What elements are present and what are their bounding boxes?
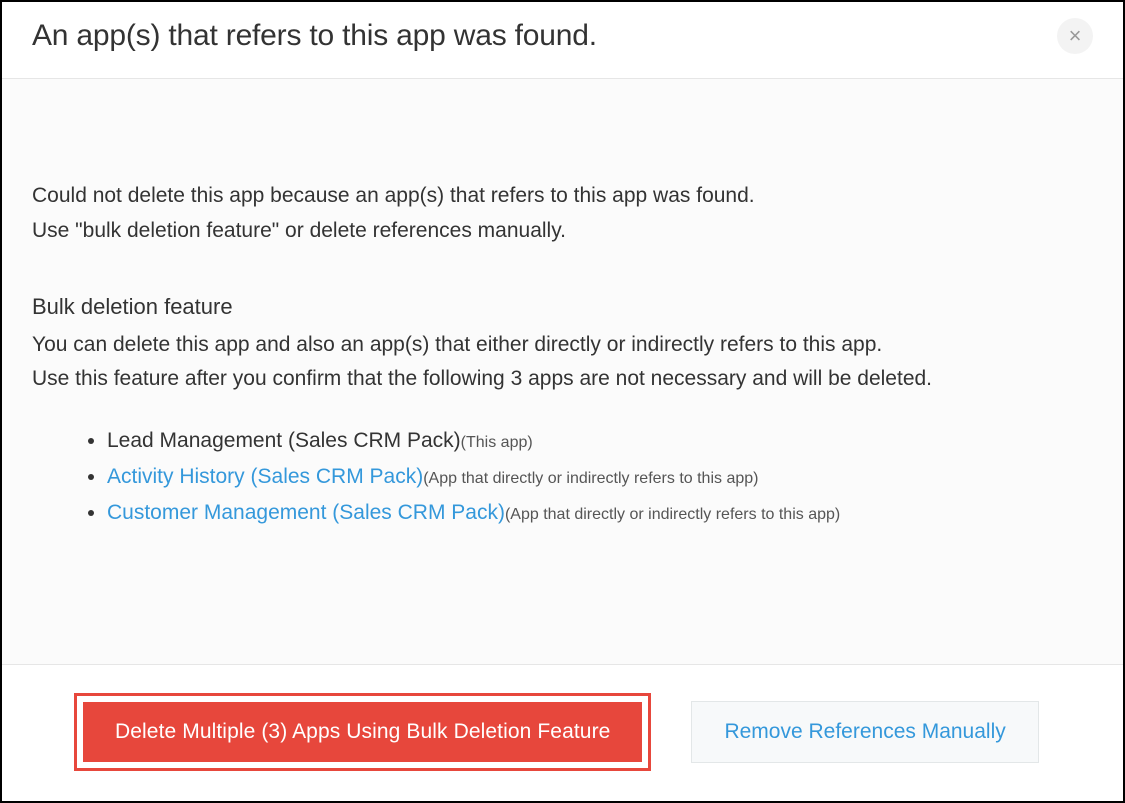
- app-note: (This app): [461, 434, 533, 451]
- section-heading: Bulk deletion feature: [32, 294, 1093, 320]
- list-item: Lead Management (Sales CRM Pack)(This ap…: [107, 423, 1093, 459]
- app-list: Lead Management (Sales CRM Pack)(This ap…: [32, 423, 1093, 530]
- primary-button-highlight: Delete Multiple (3) Apps Using Bulk Dele…: [74, 693, 651, 771]
- list-item: Activity History (Sales CRM Pack)(App th…: [107, 459, 1093, 495]
- section-desc-line-2: Use this feature after you confirm that …: [32, 362, 1093, 396]
- bulk-deletion-section: Bulk deletion feature You can delete thi…: [32, 294, 1093, 530]
- app-note: (App that directly or indirectly refers …: [423, 470, 758, 487]
- dialog-header: An app(s) that refers to this app was fo…: [2, 2, 1123, 79]
- list-item: Customer Management (Sales CRM Pack)(App…: [107, 495, 1093, 531]
- section-description: You can delete this app and also an app(…: [32, 328, 1093, 395]
- app-note: (App that directly or indirectly refers …: [505, 506, 840, 523]
- app-link[interactable]: Customer Management (Sales CRM Pack): [107, 501, 505, 524]
- intro-line-1: Could not delete this app because an app…: [32, 179, 1093, 214]
- dialog-body: Could not delete this app because an app…: [2, 79, 1123, 664]
- app-name: Lead Management (Sales CRM Pack): [107, 429, 461, 452]
- delete-app-dialog: An app(s) that refers to this app was fo…: [2, 2, 1123, 801]
- dialog-footer: Delete Multiple (3) Apps Using Bulk Dele…: [2, 664, 1123, 801]
- remove-references-button[interactable]: Remove References Manually: [691, 701, 1038, 763]
- dialog-title: An app(s) that refers to this app was fo…: [32, 19, 597, 53]
- delete-multiple-button[interactable]: Delete Multiple (3) Apps Using Bulk Dele…: [83, 702, 642, 762]
- intro-text: Could not delete this app because an app…: [32, 179, 1093, 248]
- app-link[interactable]: Activity History (Sales CRM Pack): [107, 465, 423, 488]
- close-icon: ×: [1069, 23, 1082, 49]
- section-desc-line-1: You can delete this app and also an app(…: [32, 328, 1093, 362]
- intro-line-2: Use "bulk deletion feature" or delete re…: [32, 214, 1093, 249]
- close-button[interactable]: ×: [1057, 18, 1093, 54]
